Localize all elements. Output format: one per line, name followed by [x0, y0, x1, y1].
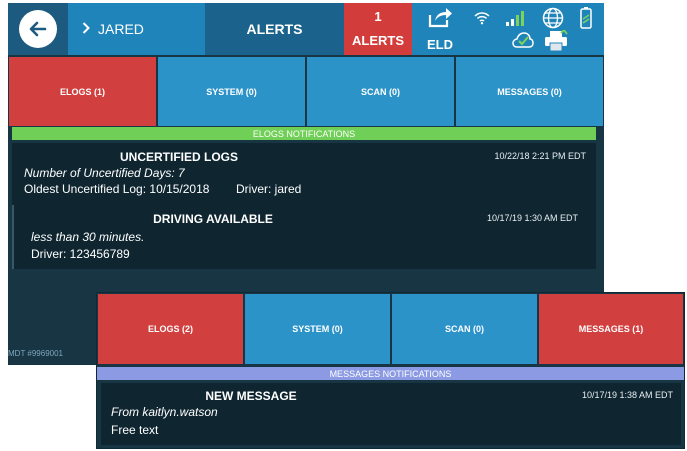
notification-time: 10/22/18 2:21 PM EDT — [494, 151, 586, 161]
tab-messages[interactable]: MESSAGES (1) — [538, 293, 684, 365]
notification-line: Oldest Uncertified Log: 10/15/2018 — [24, 182, 210, 196]
printer-icon — [544, 28, 568, 55]
export-icon — [427, 6, 453, 31]
notification-line: Free text — [111, 423, 159, 437]
tab-scan[interactable]: SCAN (0) — [306, 56, 455, 127]
tab-elogs[interactable]: ELOGS (2) — [97, 293, 244, 365]
notification-card[interactable]: DRIVING AVAILABLE 10/17/19 1:30 AM EDT l… — [12, 205, 596, 269]
section-band: ELOGS NOTIFICATIONS — [12, 127, 596, 140]
notification-title: UNCERTIFIED LOGS — [119, 150, 238, 164]
alert-category-tabs: ELOGS (2) SYSTEM (0) SCAN (0) MESSAGES (… — [97, 293, 684, 365]
chevron-right-icon — [82, 21, 90, 37]
alerts-count: 1 — [374, 9, 382, 24]
notification-card[interactable]: NEW MESSAGE 10/17/19 1:38 AM EDT From ka… — [101, 383, 681, 445]
tab-elogs-label: ELOGS (1) — [59, 86, 105, 97]
tab-messages-label: MESSAGES (1) — [578, 324, 644, 334]
wifi-icon — [474, 11, 490, 28]
tab-system-label: SYSTEM (0) — [206, 86, 257, 97]
notification-title: NEW MESSAGE — [205, 389, 297, 403]
alert-category-tabs: ELOGS (1) SYSTEM (0) SCAN (0) MESSAGES (… — [8, 56, 604, 127]
tab-scan-label: SCAN (0) — [360, 86, 400, 97]
notification-time: 10/17/19 1:30 AM EDT — [486, 213, 578, 223]
cloud-check-icon — [512, 32, 534, 53]
tab-system[interactable]: SYSTEM (0) — [244, 293, 391, 365]
top-header: JARED ALERTS 1 ALERTS ELD — [8, 3, 604, 55]
tab-scan-label: SCAN (0) — [444, 324, 484, 334]
notification-driver: Driver: jared — [236, 182, 302, 196]
eld-button[interactable]: ELD — [412, 3, 468, 55]
notification-line: Driver: 123456789 — [31, 247, 130, 261]
driver-selector[interactable]: JARED — [68, 3, 205, 55]
messages-alerts-screen: ELOGS (2) SYSTEM (0) SCAN (0) MESSAGES (… — [96, 292, 685, 449]
alerts-count-label: ALERTS — [352, 33, 404, 48]
tab-elogs[interactable]: ELOGS (1) — [8, 56, 157, 127]
tab-system-label: SYSTEM (0) — [292, 324, 343, 334]
tab-system[interactable]: SYSTEM (0) — [157, 56, 306, 127]
tab-elogs-label: ELOGS (2) — [147, 324, 193, 334]
mdt-number: MDT #9969001 — [8, 349, 63, 358]
tab-messages-label: MESSAGES (0) — [497, 86, 562, 97]
notification-line: From kaitlyn.watson — [111, 405, 218, 419]
status-icons — [468, 3, 604, 55]
notification-title: DRIVING AVAILABLE — [153, 212, 273, 226]
notification-time: 10/17/19 1:38 AM EDT — [581, 390, 673, 400]
back-button[interactable] — [8, 3, 68, 55]
section-band: MESSAGES NOTIFICATIONS — [97, 367, 684, 380]
eld-label: ELD — [427, 37, 453, 52]
tab-scan[interactable]: SCAN (0) — [391, 293, 538, 365]
notification-line: Number of Uncertified Days: 7 — [24, 166, 185, 180]
phone-battery-icon — [580, 7, 592, 32]
globe-icon — [542, 7, 564, 32]
back-arrow-icon — [19, 10, 57, 48]
driver-name: JARED — [98, 21, 144, 37]
notification-card[interactable]: UNCERTIFIED LOGS 10/22/18 2:21 PM EDT Nu… — [12, 143, 596, 205]
page-title: ALERTS — [205, 3, 344, 55]
alerts-count-button[interactable]: 1 ALERTS — [344, 3, 412, 55]
signal-icon — [506, 11, 526, 29]
notification-line: less than 30 minutes. — [31, 230, 145, 244]
tab-messages[interactable]: MESSAGES (0) — [455, 56, 604, 127]
